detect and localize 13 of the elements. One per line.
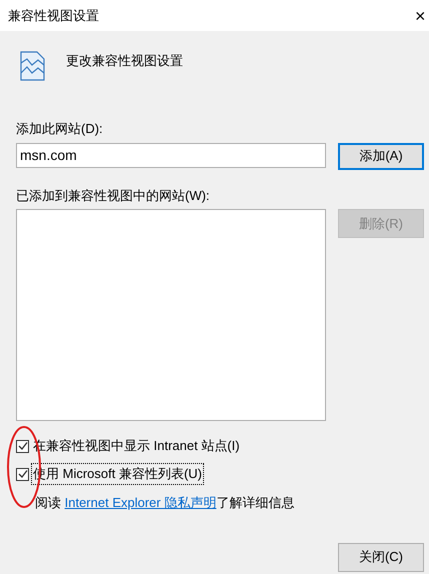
add-site-label: 添加此网站(D):: [16, 120, 104, 138]
close-button[interactable]: ×: [415, 6, 429, 24]
checkbox[interactable]: [16, 440, 29, 452]
added-sites-label: 已添加到兼容性视图中的网站(W):: [16, 186, 211, 205]
site-input-field[interactable]: msn.com: [16, 142, 326, 168]
window-title: 兼容性视图设置: [8, 6, 99, 25]
add-button[interactable]: 添加(A): [338, 142, 424, 170]
close-dialog-button[interactable]: 关闭(C): [338, 542, 424, 572]
privacy-link[interactable]: Internet Explorer 隐私声明: [64, 495, 216, 510]
document-icon: [20, 51, 46, 81]
header-text: 更改兼容性视图设置: [66, 52, 183, 70]
checkbox[interactable]: [16, 468, 29, 480]
privacy-sentence: 阅读 Internet Explorer 隐私声明了解详细信息: [35, 494, 296, 512]
